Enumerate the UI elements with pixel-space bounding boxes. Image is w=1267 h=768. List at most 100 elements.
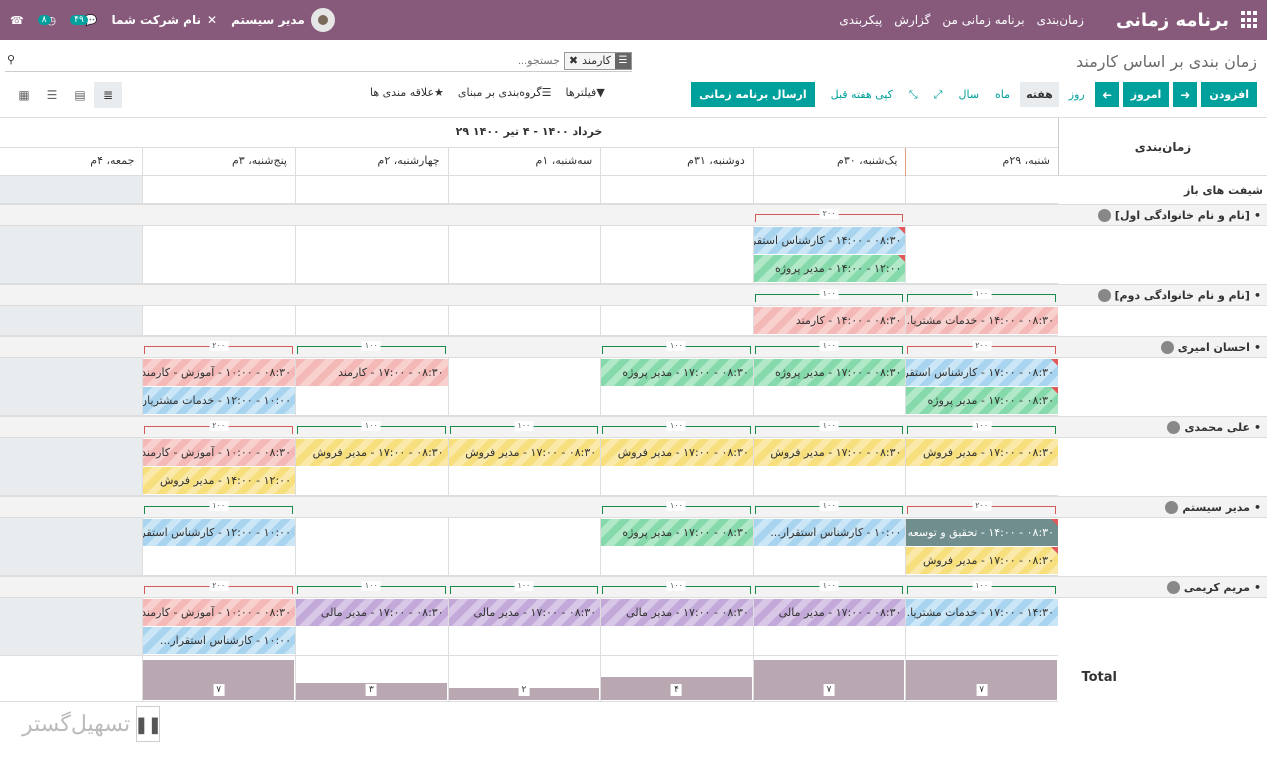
scale-month[interactable]: ماه (989, 82, 1016, 107)
shift-pill[interactable]: ۰۸:۳۰ - ۱۷:۰۰ - مدیر فروش (906, 547, 1058, 574)
activity-menu[interactable]: ◷ ۸ (37, 14, 56, 27)
shift-pill[interactable]: ۰۸:۳۰ - ۱۷:۰۰ - مدیر فروش (296, 439, 448, 466)
gantt-cell[interactable] (752, 176, 906, 204)
shift-pill[interactable]: ۰۸:۳۰ - ۱۷:۰۰ - مدیر پروژه (601, 359, 753, 386)
shift-pill[interactable]: ۰۸:۳۰ - ۱۰:۰۰ - آموزش - کارمند (143, 359, 295, 386)
gantt-cell[interactable] (447, 306, 601, 336)
employee-name[interactable]: • احسان امیری (1058, 336, 1267, 358)
menu-my-schedule[interactable]: برنامه زمانی من (942, 13, 1024, 27)
app-menu-icon[interactable] (1239, 11, 1257, 29)
shift-pill[interactable]: ۰۸:۳۰ - ۱۴:۰۰ - کارشناس استقرا... (753, 227, 906, 254)
gantt-cell[interactable] (447, 176, 601, 204)
shift-pill[interactable]: ۱۲:۰۰ - ۱۴:۰۰ - مدیر پروژه (753, 255, 906, 282)
employee-name[interactable]: • [نام و نام خانوادگی دوم] (1058, 284, 1267, 306)
phone-icon[interactable]: ☎ (10, 14, 24, 27)
bars-icon: ☰ (541, 86, 552, 99)
search-input[interactable] (259, 54, 560, 67)
shift-pill[interactable]: ۰۸:۳۰ - ۱۷:۰۰ - مدیر مالی (753, 599, 906, 626)
shift-pill[interactable]: ۱۰:۰۰ - ۱۲:۰۰ - خدمات مشتریان... (143, 387, 295, 414)
gantt-cell[interactable] (0, 306, 143, 336)
company-switcher[interactable]: ✕ نام شرکت شما (112, 13, 218, 27)
gantt-cell[interactable] (447, 226, 601, 284)
shift-pill[interactable]: ۰۸:۳۰ - ۱۷:۰۰ - مدیر فروش (906, 439, 1058, 466)
shift-pill[interactable]: ۱۰:۰۰ - کارشناس استقرار... (753, 519, 906, 546)
gantt-cell[interactable] (295, 306, 448, 336)
gantt-view-icon[interactable]: ≣ (94, 82, 122, 108)
copy-week-button[interactable]: کپی هفته قبل (825, 82, 899, 107)
total-value: ۷ (823, 684, 835, 696)
menu-configuration[interactable]: پیکربندی (839, 13, 882, 27)
today-button[interactable]: امروز (1122, 82, 1170, 107)
scale-year[interactable]: سال (952, 82, 985, 107)
search-icon[interactable]: ⚲ (7, 53, 15, 66)
shift-pill[interactable]: ۱۴:۳۰ - ۱۷:۰۰ - خدمات مشتریا... (906, 599, 1058, 626)
list-view-icon[interactable]: ☰ (38, 82, 66, 108)
shift-pill[interactable]: ۰۸:۳۰ - ۱۷:۰۰ - مدیر مالی (296, 599, 448, 626)
shift-pill[interactable]: ۰۸:۳۰ - ۱۷:۰۰ - مدیر پروژه (601, 519, 753, 546)
scale-week[interactable]: هفته (1020, 82, 1059, 107)
gantt-cell[interactable] (0, 226, 143, 284)
chat-menu[interactable]: 💬 ۴۹ (70, 14, 98, 27)
add-button[interactable]: افزودن (1201, 82, 1257, 107)
shift-pill[interactable]: ۰۸:۳۰ - ۱۷:۰۰ - مدیر پروژه (906, 387, 1058, 414)
search-facet[interactable]: ☰ کارمند ✖ (563, 51, 632, 70)
favorites-dropdown[interactable]: ★علاقه مندی ها (370, 86, 444, 99)
gantt-cell[interactable] (447, 518, 601, 576)
user-menu[interactable]: مدیر سیستم (231, 8, 335, 32)
gantt-cell[interactable] (447, 358, 601, 416)
scale-day[interactable]: روز (1063, 82, 1091, 107)
groupby-dropdown[interactable]: ☰گروه‌بندی بر مبنای (458, 86, 552, 99)
shift-pill[interactable]: ۰۸:۳۰ - ۱۷:۰۰ - کارشناس استقرا... (906, 359, 1058, 386)
gantt-cell[interactable] (905, 176, 1058, 204)
shift-pill[interactable]: ۰۸:۳۰ - ۱۰:۰۰ - آموزش - کارمند (143, 599, 295, 626)
menu-scheduling[interactable]: زمان‌بندی (1037, 13, 1084, 27)
shift-pill[interactable]: ۰۸:۳۰ - ۱۷:۰۰ - مدیر مالی (448, 599, 601, 626)
employee-name[interactable]: • مریم کریمی (1058, 576, 1267, 598)
gantt-cell[interactable] (142, 226, 295, 284)
gantt-cell[interactable] (600, 176, 753, 204)
gantt-cell[interactable] (600, 226, 753, 284)
shift-pill[interactable]: ۰۸:۳۰ - ۱۷:۰۰ - مدیر فروش (601, 439, 753, 466)
menu-reporting[interactable]: گزارش (894, 13, 930, 27)
gantt-cell[interactable] (0, 598, 143, 656)
calendar-view-icon[interactable]: ▤ (66, 82, 94, 108)
employee-name[interactable]: • [نام و نام خانوادگی اول] (1058, 204, 1267, 226)
shift-pill[interactable]: ۰۸:۳۰ - ۱۴:۰۰ - کارمند (753, 307, 906, 334)
gantt-cell[interactable] (905, 226, 1058, 284)
prev-arrow-icon[interactable]: ➜ (1094, 82, 1119, 107)
collapse-icon[interactable]: ⤡ (903, 82, 924, 107)
gantt-cell[interactable] (295, 176, 448, 204)
gantt-cell[interactable] (0, 438, 143, 496)
remove-facet-icon[interactable]: ✖ (569, 54, 578, 67)
expand-icon[interactable]: ⤢ (928, 82, 949, 107)
gantt-cell[interactable] (0, 518, 143, 576)
next-arrow-icon[interactable]: ➜ (1173, 82, 1198, 107)
gantt-cell[interactable] (0, 358, 143, 416)
shift-pill[interactable]: ۱۲:۰۰ - ۱۴:۰۰ - مدیر فروش (143, 467, 295, 494)
gantt-cell[interactable] (142, 176, 295, 204)
shift-pill[interactable]: ۱۰:۰۰ - کارشناس استقرار... (143, 627, 295, 654)
gantt-cell[interactable] (295, 518, 448, 576)
shift-pill[interactable]: ۰۸:۳۰ - ۱۴:۰۰ - تحقیق و توسعه (906, 519, 1058, 546)
employee-name[interactable]: • مدیر سیستم (1058, 496, 1267, 518)
gantt-cell[interactable] (0, 176, 143, 204)
search-bar[interactable]: ☰ کارمند ✖ ⚲ (5, 50, 632, 72)
gantt-cell[interactable] (142, 306, 295, 336)
gantt-cell[interactable] (295, 226, 448, 284)
shift-pill[interactable]: ۰۸:۳۰ - ۱۴:۰۰ - خدمات مشتریا... (906, 307, 1058, 334)
shift-pill[interactable]: ۰۸:۳۰ - ۱۷:۰۰ - مدیر فروش (448, 439, 601, 466)
conflict-marker (1050, 547, 1058, 554)
employee-name[interactable]: • علی محمدی (1058, 416, 1267, 438)
shift-pill[interactable]: ۱۰:۰۰ - ۱۲:۰۰ - کارشناس استقرار... (143, 519, 295, 546)
shift-pill[interactable]: ۰۸:۳۰ - ۱۷:۰۰ - مدیر مالی (601, 599, 753, 626)
capacity-label: ۱۰۰ (667, 581, 686, 591)
shift-pill[interactable]: ۰۸:۳۰ - ۱۰:۰۰ - آموزش - کارمند (143, 439, 295, 466)
control-panel: زمان بندی بر اساس کارمند ☰ کارمند ✖ ⚲ افز… (0, 40, 1267, 118)
shift-pill[interactable]: ۰۸:۳۰ - ۱۷:۰۰ - مدیر پروژه (753, 359, 906, 386)
shift-pill[interactable]: ۰۸:۳۰ - ۱۷:۰۰ - مدیر فروش (753, 439, 906, 466)
gantt-cell[interactable] (600, 306, 753, 336)
shift-pill[interactable]: ۰۸:۳۰ - ۱۷:۰۰ - کارمند (296, 359, 448, 386)
filters-dropdown[interactable]: ▼فیلترها (566, 86, 605, 99)
kanban-view-icon[interactable]: ▦ (10, 82, 38, 108)
send-schedule-button[interactable]: ارسال برنامه زمانی (691, 82, 815, 107)
